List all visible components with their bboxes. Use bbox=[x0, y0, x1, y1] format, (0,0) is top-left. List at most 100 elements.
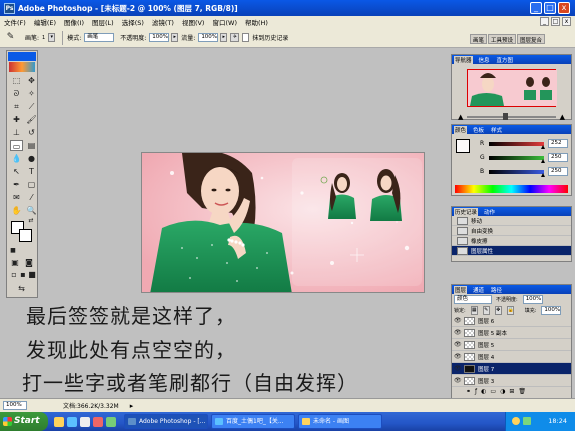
layer-style-icon[interactable]: ƒ bbox=[475, 388, 477, 395]
quicklaunch-app-icon[interactable] bbox=[106, 416, 116, 427]
history-item[interactable]: 橡皮擦 bbox=[452, 236, 571, 246]
blur-tool-icon[interactable]: 💧 bbox=[10, 153, 23, 164]
tab-history[interactable]: 历史记录 bbox=[454, 208, 479, 216]
brush-size[interactable]: 1 bbox=[42, 35, 45, 41]
toolbox-header[interactable] bbox=[8, 52, 36, 61]
channel-value-input[interactable]: 252 bbox=[548, 139, 568, 148]
layer-visibility-eye-icon[interactable]: 👁 bbox=[454, 341, 462, 348]
channel-value-input[interactable]: 250 bbox=[548, 153, 568, 162]
layer-row[interactable]: 👁 图层 5 副本 bbox=[452, 327, 571, 339]
menu-image[interactable]: 图像(I) bbox=[64, 17, 84, 27]
hand-tool-icon[interactable]: ✋ bbox=[10, 205, 23, 216]
crop-tool-icon[interactable]: ⌗ bbox=[10, 101, 23, 112]
layer-visibility-eye-icon[interactable]: 👁 bbox=[454, 365, 462, 372]
jump-to-imageready-icon[interactable]: ⇆ bbox=[15, 283, 28, 294]
link-layers-icon[interactable]: ⚭ bbox=[466, 388, 471, 395]
menu-layer[interactable]: 图层(L) bbox=[92, 17, 114, 27]
taskbar-item-photoshop[interactable]: Adobe Photoshop - [... bbox=[124, 414, 208, 429]
adjustment-layer-icon[interactable]: ◑ bbox=[500, 388, 505, 395]
opacity-input[interactable]: 100% bbox=[149, 33, 170, 42]
shape-tool-icon[interactable]: ▢ bbox=[25, 179, 38, 190]
maximize-button[interactable]: □ bbox=[544, 2, 556, 14]
notes-tool-icon[interactable]: ✉ bbox=[10, 192, 23, 203]
quicklaunch-desktop-icon[interactable] bbox=[80, 416, 90, 427]
swap-colors-icon[interactable]: ⇄ bbox=[27, 217, 35, 225]
slice-tool-icon[interactable]: ⟋ bbox=[25, 101, 38, 112]
channel-slider[interactable] bbox=[489, 156, 544, 160]
layer-opacity-input[interactable]: 100% bbox=[522, 295, 543, 304]
lock-position-icon[interactable]: ✥ bbox=[494, 305, 502, 315]
airbrush-icon[interactable]: ✈ bbox=[230, 33, 240, 42]
zoom-tool-icon[interactable]: 🔍 bbox=[25, 205, 38, 216]
layer-visibility-eye-icon[interactable]: 👁 bbox=[454, 353, 462, 360]
doc-minimize-button[interactable]: _ bbox=[540, 17, 549, 26]
screen-mode-full-icon[interactable]: ■ bbox=[28, 269, 36, 280]
path-selection-icon[interactable]: ↖ bbox=[10, 166, 23, 177]
layer-row[interactable]: 👁 图层 7 bbox=[452, 363, 571, 375]
minimize-button[interactable]: _ bbox=[530, 2, 542, 14]
background-color-swatch[interactable] bbox=[19, 229, 32, 242]
tab-color[interactable]: 颜色 bbox=[454, 126, 468, 134]
opacity-slider-button[interactable]: ▸ bbox=[171, 33, 179, 42]
history-item[interactable]: 移动 bbox=[452, 216, 571, 226]
palette-well-tab-layer-comps[interactable]: 图层复合 bbox=[517, 34, 546, 44]
tab-navigator[interactable]: 导航器 bbox=[454, 56, 473, 64]
screen-mode-full-menu-icon[interactable]: ▪ bbox=[19, 269, 27, 280]
fill-input[interactable]: 100% bbox=[541, 305, 562, 315]
menu-help[interactable]: 帮助(H) bbox=[245, 17, 268, 27]
brush-tool-icon[interactable]: 🖌 bbox=[25, 114, 38, 125]
menu-file[interactable]: 文件(F) bbox=[4, 17, 26, 27]
gradient-tool-icon[interactable]: ▤ bbox=[25, 140, 38, 151]
channel-slider[interactable] bbox=[489, 170, 544, 174]
lasso-tool-icon[interactable]: ᘐ bbox=[10, 88, 23, 99]
tray-network-icon[interactable] bbox=[523, 417, 531, 425]
channel-slider-thumb[interactable] bbox=[540, 159, 545, 163]
tab-paths[interactable]: 路径 bbox=[490, 286, 503, 294]
dodge-tool-icon[interactable]: ● bbox=[25, 153, 38, 164]
zoom-slider-thumb[interactable] bbox=[502, 113, 508, 120]
type-tool-icon[interactable]: T bbox=[25, 166, 38, 177]
doc-restore-button[interactable]: □ bbox=[551, 17, 560, 26]
channel-slider[interactable] bbox=[489, 142, 544, 146]
tab-swatches[interactable]: 色板 bbox=[472, 126, 485, 134]
color-ramp[interactable] bbox=[455, 185, 568, 193]
move-tool-icon[interactable]: ✥ bbox=[25, 75, 38, 86]
tab-info[interactable]: 信息 bbox=[478, 56, 491, 64]
eraser-icon[interactable]: ✎ bbox=[4, 32, 17, 43]
channel-value-input[interactable]: 250 bbox=[548, 167, 568, 176]
new-layer-icon[interactable]: ⊞ bbox=[509, 388, 514, 395]
layer-visibility-eye-icon[interactable]: 👁 bbox=[454, 377, 462, 384]
layer-row[interactable]: 👁 图层 5 bbox=[452, 339, 571, 351]
tab-layers[interactable]: 图层 bbox=[454, 286, 468, 294]
default-colors-icon[interactable]: ■ bbox=[9, 247, 17, 255]
lock-image-icon[interactable]: ✎ bbox=[482, 305, 490, 315]
menu-window[interactable]: 窗口(W) bbox=[212, 17, 237, 27]
clone-stamp-icon[interactable]: ⊥ bbox=[10, 127, 23, 138]
new-group-icon[interactable]: ▭ bbox=[490, 388, 496, 395]
blend-mode-select[interactable]: 颜色 bbox=[454, 295, 492, 304]
flow-input[interactable]: 100% bbox=[198, 33, 219, 42]
standard-mode-icon[interactable]: ▣ bbox=[10, 257, 20, 268]
palette-well-tab-brushes[interactable]: 画笔 bbox=[470, 34, 488, 44]
zoom-slider[interactable] bbox=[467, 113, 556, 120]
magic-wand-icon[interactable]: ✧ bbox=[25, 88, 38, 99]
eyedropper-icon[interactable]: ⁄ bbox=[25, 192, 38, 203]
tab-styles[interactable]: 样式 bbox=[490, 126, 503, 134]
menu-select[interactable]: 选择(S) bbox=[122, 17, 144, 27]
screen-mode-standard-icon[interactable]: ▫ bbox=[10, 269, 18, 280]
tab-channels[interactable]: 通道 bbox=[472, 286, 485, 294]
layer-visibility-eye-icon[interactable]: 👁 bbox=[454, 329, 462, 336]
flow-slider-button[interactable]: ▸ bbox=[220, 33, 228, 42]
zoom-level-input[interactable]: 100% bbox=[3, 401, 27, 410]
history-brush-icon[interactable]: ↺ bbox=[25, 127, 38, 138]
healing-brush-icon[interactable]: ✚ bbox=[10, 114, 23, 125]
menu-edit[interactable]: 编辑(E) bbox=[34, 17, 56, 27]
zoom-in-icon[interactable]: ▲ bbox=[560, 113, 565, 121]
zoom-out-icon[interactable]: ▲ bbox=[458, 113, 463, 121]
layer-row[interactable]: 👁 图层 6 bbox=[452, 315, 571, 327]
layer-row[interactable]: 👁 图层 4 bbox=[452, 351, 571, 363]
feather-logo[interactable] bbox=[9, 62, 35, 72]
menu-filter[interactable]: 滤镜(T) bbox=[152, 17, 174, 27]
close-button[interactable]: x bbox=[558, 2, 570, 14]
channel-slider-thumb[interactable] bbox=[540, 173, 545, 177]
